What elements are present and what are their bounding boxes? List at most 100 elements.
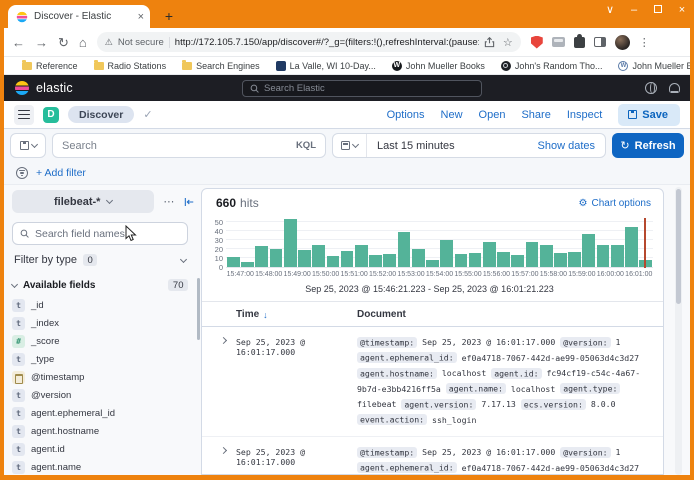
histogram-bar[interactable]: [526, 242, 539, 267]
refresh-button[interactable]: ↻ Refresh: [612, 133, 684, 158]
bookmark-item[interactable]: WJohn Mueller Books: [384, 61, 493, 71]
forward-icon[interactable]: →: [35, 36, 48, 49]
histogram-bar[interactable]: [398, 232, 411, 267]
histogram-bar[interactable]: [241, 262, 254, 267]
help-icon[interactable]: [645, 82, 657, 94]
field-item[interactable]: #_score: [12, 335, 195, 348]
date-picker-menu-button[interactable]: [333, 134, 367, 157]
alerts-bell-icon[interactable]: [669, 83, 680, 94]
histogram-bar[interactable]: [341, 251, 354, 267]
field-item[interactable]: tagent.hostname: [12, 425, 195, 438]
search-query-input[interactable]: Search KQL: [52, 133, 326, 158]
index-options-icon[interactable]: ⋯: [163, 195, 175, 208]
field-item[interactable]: tagent.name: [12, 461, 195, 474]
save-button[interactable]: Save: [618, 104, 680, 126]
time-column-header[interactable]: Time ↓: [236, 309, 357, 320]
profile-avatar[interactable]: [615, 35, 630, 50]
nav-link-options[interactable]: Options: [387, 109, 425, 121]
bookmark-item[interactable]: Search Engines: [174, 61, 268, 71]
field-item[interactable]: t_index: [12, 317, 195, 330]
share-icon[interactable]: [484, 37, 495, 48]
home-icon[interactable]: ⌂: [79, 36, 87, 49]
scrollbar-thumb[interactable]: [676, 189, 681, 304]
histogram-bar[interactable]: [597, 245, 610, 268]
add-filter-button[interactable]: + Add filter: [36, 167, 86, 179]
histogram-bar[interactable]: [298, 250, 311, 267]
histogram-bar[interactable]: [611, 245, 624, 268]
histogram-bar[interactable]: [383, 254, 396, 268]
histogram-bar[interactable]: [312, 245, 325, 267]
nav-link-share[interactable]: Share: [521, 109, 550, 121]
global-search-input[interactable]: Search Elastic: [242, 80, 482, 97]
field-item[interactable]: @timestamp: [12, 371, 195, 384]
field-item[interactable]: tagent.ephemeral_id: [12, 407, 195, 420]
show-dates-button[interactable]: Show dates: [538, 140, 605, 152]
bookmark-star-icon[interactable]: ☆: [503, 36, 513, 49]
expand-row-button[interactable]: [210, 445, 236, 474]
histogram-bar[interactable]: [455, 254, 468, 268]
histogram-bar[interactable]: [369, 255, 382, 267]
histogram-bar[interactable]: [412, 249, 425, 267]
chart-plot-area[interactable]: [226, 218, 653, 268]
browser-menu-icon[interactable]: ⋮: [639, 36, 650, 49]
table-row[interactable]: Sep 25, 2023 @ 16:01:17.000@timestamp: S…: [202, 437, 663, 474]
histogram-bar[interactable]: [270, 249, 283, 267]
new-tab-button[interactable]: +: [160, 7, 178, 25]
field-search-input[interactable]: Search field names: [12, 222, 188, 245]
histogram-bar[interactable]: [497, 252, 510, 267]
field-item[interactable]: t@version: [12, 389, 195, 402]
menu-hamburger-icon[interactable]: [14, 105, 34, 125]
side-panel-icon[interactable]: [594, 37, 606, 47]
extension-gray-icon[interactable]: [552, 37, 565, 47]
histogram-bar[interactable]: [284, 219, 297, 267]
browser-tab[interactable]: Discover - Elastic ×: [8, 5, 150, 28]
histogram-bar[interactable]: [483, 242, 496, 267]
bookmark-item[interactable]: Radio Stations: [86, 61, 175, 71]
index-pattern-switcher[interactable]: filebeat-*: [12, 190, 154, 213]
field-item[interactable]: t_id: [12, 299, 195, 312]
time-range-value[interactable]: Last 15 minutes: [367, 140, 538, 152]
chart-options-button[interactable]: ⚙ Chart options: [579, 198, 651, 209]
kql-language-button[interactable]: KQL: [296, 140, 316, 151]
window-maximize-icon[interactable]: [652, 4, 664, 16]
tab-close-icon[interactable]: ×: [134, 11, 144, 23]
extensions-puzzle-icon[interactable]: [574, 37, 585, 48]
content-scrollbar[interactable]: [675, 187, 682, 475]
available-fields-header[interactable]: Available fields 70: [12, 279, 188, 291]
histogram-bar[interactable]: [625, 227, 638, 267]
extension-shield-icon[interactable]: [531, 36, 543, 49]
histogram-bar[interactable]: [327, 256, 340, 267]
back-icon[interactable]: ←: [12, 36, 25, 49]
histogram-bar[interactable]: [540, 245, 553, 268]
expand-row-button[interactable]: [210, 335, 236, 428]
histogram-bar[interactable]: [469, 253, 482, 267]
breadcrumb[interactable]: Discover: [68, 106, 134, 123]
filter-set-icon[interactable]: [16, 167, 28, 179]
field-item[interactable]: tagent.id: [12, 443, 195, 456]
window-minimize-icon[interactable]: –: [628, 4, 640, 16]
histogram-bar[interactable]: [582, 234, 595, 267]
histogram-bar[interactable]: [426, 260, 439, 267]
window-close-icon[interactable]: ×: [676, 4, 688, 16]
filter-by-type-button[interactable]: Filter by type 0: [12, 252, 188, 268]
histogram-bar[interactable]: [355, 245, 368, 268]
space-badge[interactable]: D: [43, 107, 59, 123]
histogram-bar[interactable]: [227, 257, 240, 267]
bookmark-item[interactable]: Reference: [14, 61, 86, 71]
nav-link-inspect[interactable]: Inspect: [567, 109, 602, 121]
collapse-sidebar-icon[interactable]: [184, 197, 195, 207]
field-item[interactable]: t_type: [12, 353, 195, 366]
url-bar[interactable]: ⚠ Not secure http://172.105.7.150/app/di…: [97, 32, 521, 52]
histogram-bar[interactable]: [554, 253, 567, 267]
histogram-bar[interactable]: [440, 240, 453, 267]
bookmark-item[interactable]: John's Random Tho...: [493, 61, 611, 71]
histogram-bar[interactable]: [255, 246, 268, 267]
window-menu-icon[interactable]: ∨: [604, 3, 616, 16]
histogram-bar[interactable]: [511, 255, 524, 267]
bookmark-item[interactable]: La Valle, WI 10-Day...: [268, 61, 384, 71]
bookmark-item[interactable]: WJohn Mueller Books...: [610, 61, 690, 71]
histogram-bar[interactable]: [568, 252, 581, 267]
nav-link-new[interactable]: New: [441, 109, 463, 121]
nav-link-open[interactable]: Open: [479, 109, 506, 121]
saved-query-menu-button[interactable]: [10, 133, 46, 158]
